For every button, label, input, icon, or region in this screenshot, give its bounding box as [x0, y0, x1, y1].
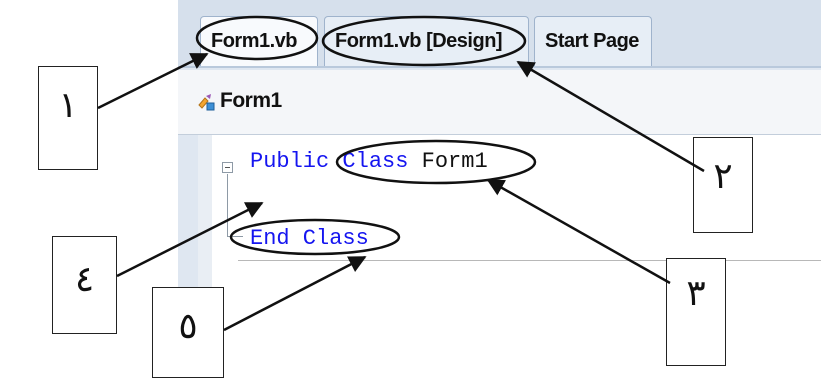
arrow-2 — [516, 60, 705, 173]
highlight-ellipse-tab-code — [195, 15, 319, 61]
arrow-4 — [116, 201, 264, 278]
annotation-overlay — [97, 15, 705, 332]
arrow-1 — [97, 52, 209, 110]
arrow-5 — [223, 255, 367, 332]
arrow-3 — [486, 178, 671, 285]
highlight-ellipse-end-class — [229, 218, 401, 256]
highlight-ellipse-class-name — [335, 139, 537, 185]
highlight-ellipse-tab-design — [321, 15, 527, 67]
